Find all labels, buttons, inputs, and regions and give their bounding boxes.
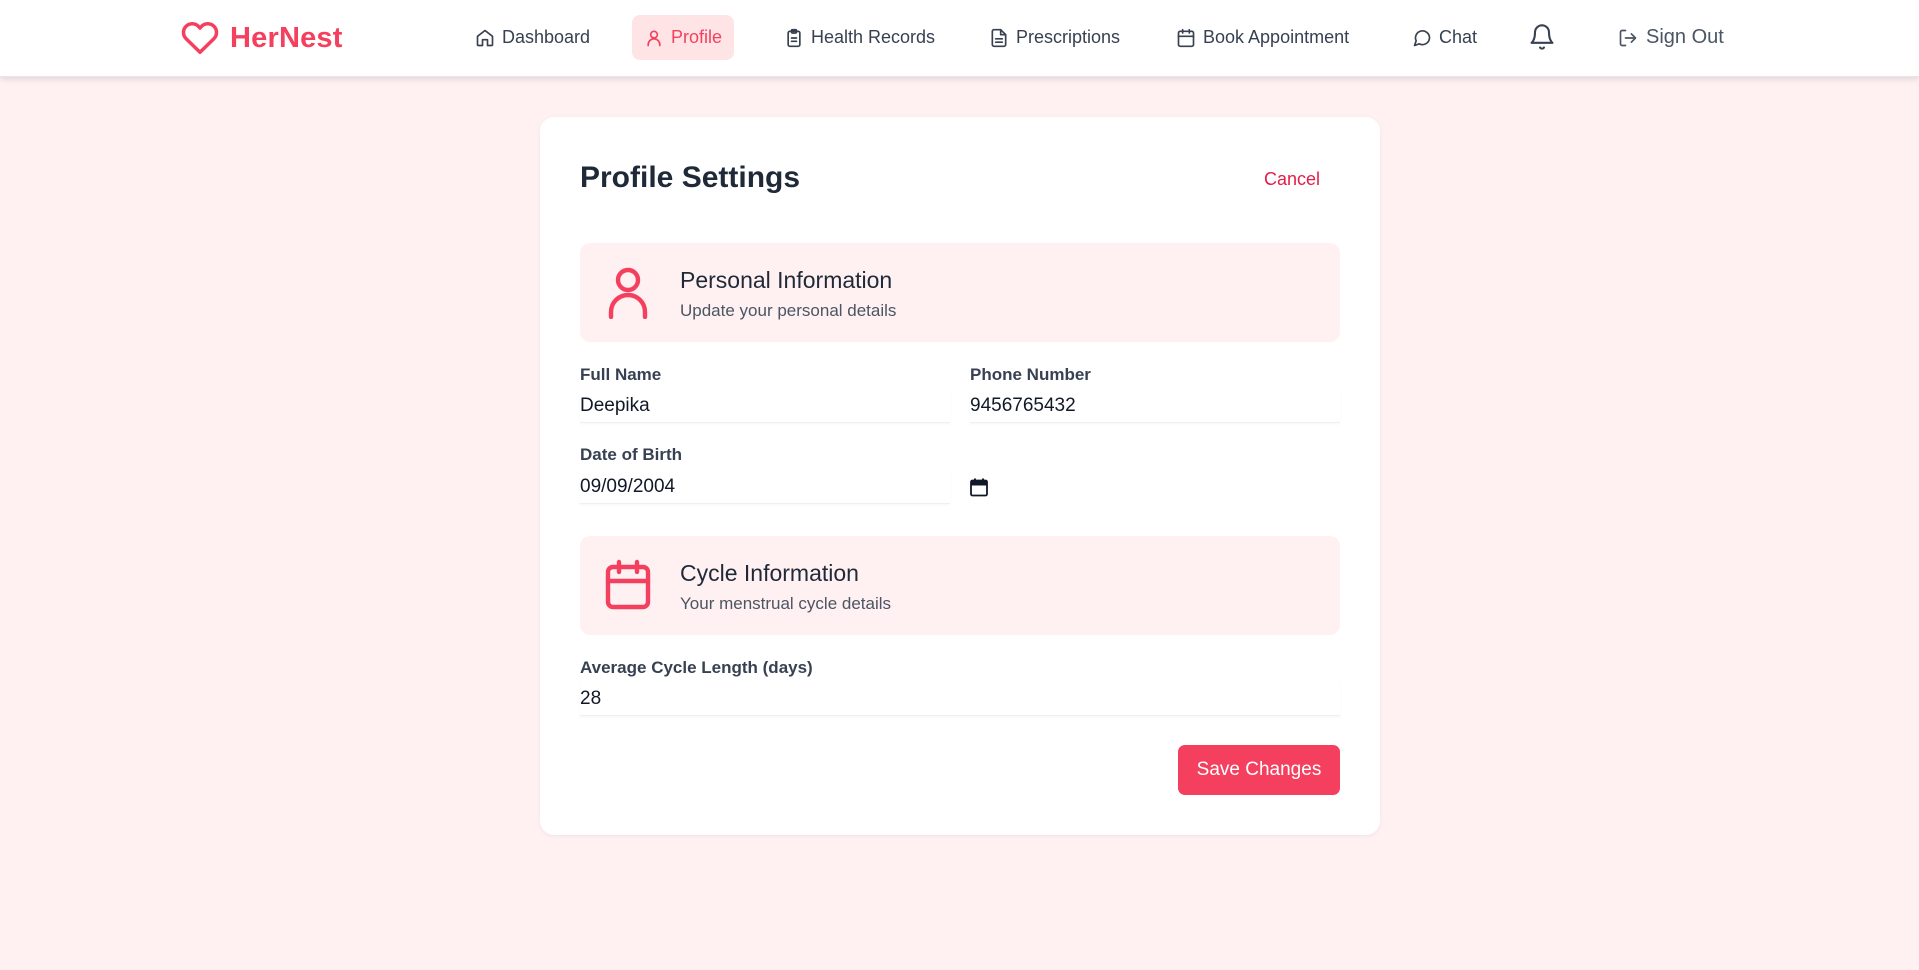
- cycle-information-title: Cycle Information: [680, 560, 859, 586]
- cycle-information-section: Cycle Information Your menstrual cycle d…: [580, 536, 1340, 635]
- log-out-icon: [1619, 29, 1637, 46]
- message-circle-icon: [1413, 29, 1431, 46]
- top-navbar: HerNest Dashboard Profile Health Records…: [0, 0, 1919, 77]
- calendar-picker-icon[interactable]: [970, 478, 988, 497]
- nav-chat-label: Chat: [1439, 27, 1478, 47]
- calendar-icon: [1177, 28, 1195, 47]
- heart-icon: [181, 21, 219, 54]
- nav-profile-label: Profile: [671, 27, 723, 47]
- phone-number-label: Phone Number: [970, 365, 1091, 384]
- phone-number-input[interactable]: [970, 389, 1340, 423]
- full-name-label: Full Name: [580, 365, 662, 384]
- date-of-birth-input[interactable]: [580, 470, 950, 504]
- nav-dashboard-label: Dashboard: [502, 27, 591, 47]
- nav-health-records[interactable]: Health Records: [772, 15, 947, 60]
- cycle-length-input[interactable]: [580, 682, 1340, 716]
- nav-dashboard[interactable]: Dashboard: [463, 15, 602, 60]
- sign-out-label: Sign Out: [1646, 26, 1724, 48]
- nav-prescriptions[interactable]: Prescriptions: [977, 15, 1132, 60]
- nav-prescriptions-label: Prescriptions: [1016, 27, 1121, 47]
- date-of-birth-field: [580, 470, 988, 504]
- full-name-input[interactable]: [580, 389, 950, 423]
- notifications-button[interactable]: [1526, 20, 1558, 54]
- page-title: Profile Settings: [580, 161, 801, 194]
- user-icon: [608, 267, 648, 319]
- cycle-length-label: Average Cycle Length (days): [580, 658, 813, 677]
- user-icon: [647, 29, 661, 46]
- date-of-birth-label: Date of Birth: [580, 445, 682, 464]
- brand-name: HerNest: [230, 21, 343, 54]
- cancel-button[interactable]: Cancel: [1264, 169, 1320, 190]
- bell-icon: [1530, 24, 1554, 50]
- calendar-icon: [605, 559, 651, 610]
- nav-book-appointment[interactable]: Book Appointment: [1164, 15, 1361, 60]
- personal-information-title: Personal Information: [680, 267, 893, 293]
- cycle-information-subtitle: Your menstrual cycle details: [680, 594, 892, 613]
- personal-information-section: Personal Information Update your persona…: [580, 243, 1340, 342]
- nav-book-appointment-label: Book Appointment: [1203, 27, 1350, 47]
- clipboard-icon: [787, 28, 801, 47]
- file-text-icon: [991, 28, 1007, 47]
- brand-logo[interactable]: HerNest: [180, 17, 343, 59]
- save-changes-button[interactable]: Save Changes: [1178, 745, 1340, 795]
- sign-out-button[interactable]: Sign Out: [1606, 15, 1736, 60]
- nav-health-records-label: Health Records: [811, 27, 936, 47]
- profile-settings-card: Profile Settings Cancel Personal Informa…: [540, 117, 1380, 835]
- nav-profile[interactable]: Profile: [632, 15, 735, 60]
- home-icon: [476, 29, 494, 46]
- nav-chat[interactable]: Chat: [1400, 15, 1489, 60]
- personal-information-subtitle: Update your personal details: [680, 301, 897, 320]
